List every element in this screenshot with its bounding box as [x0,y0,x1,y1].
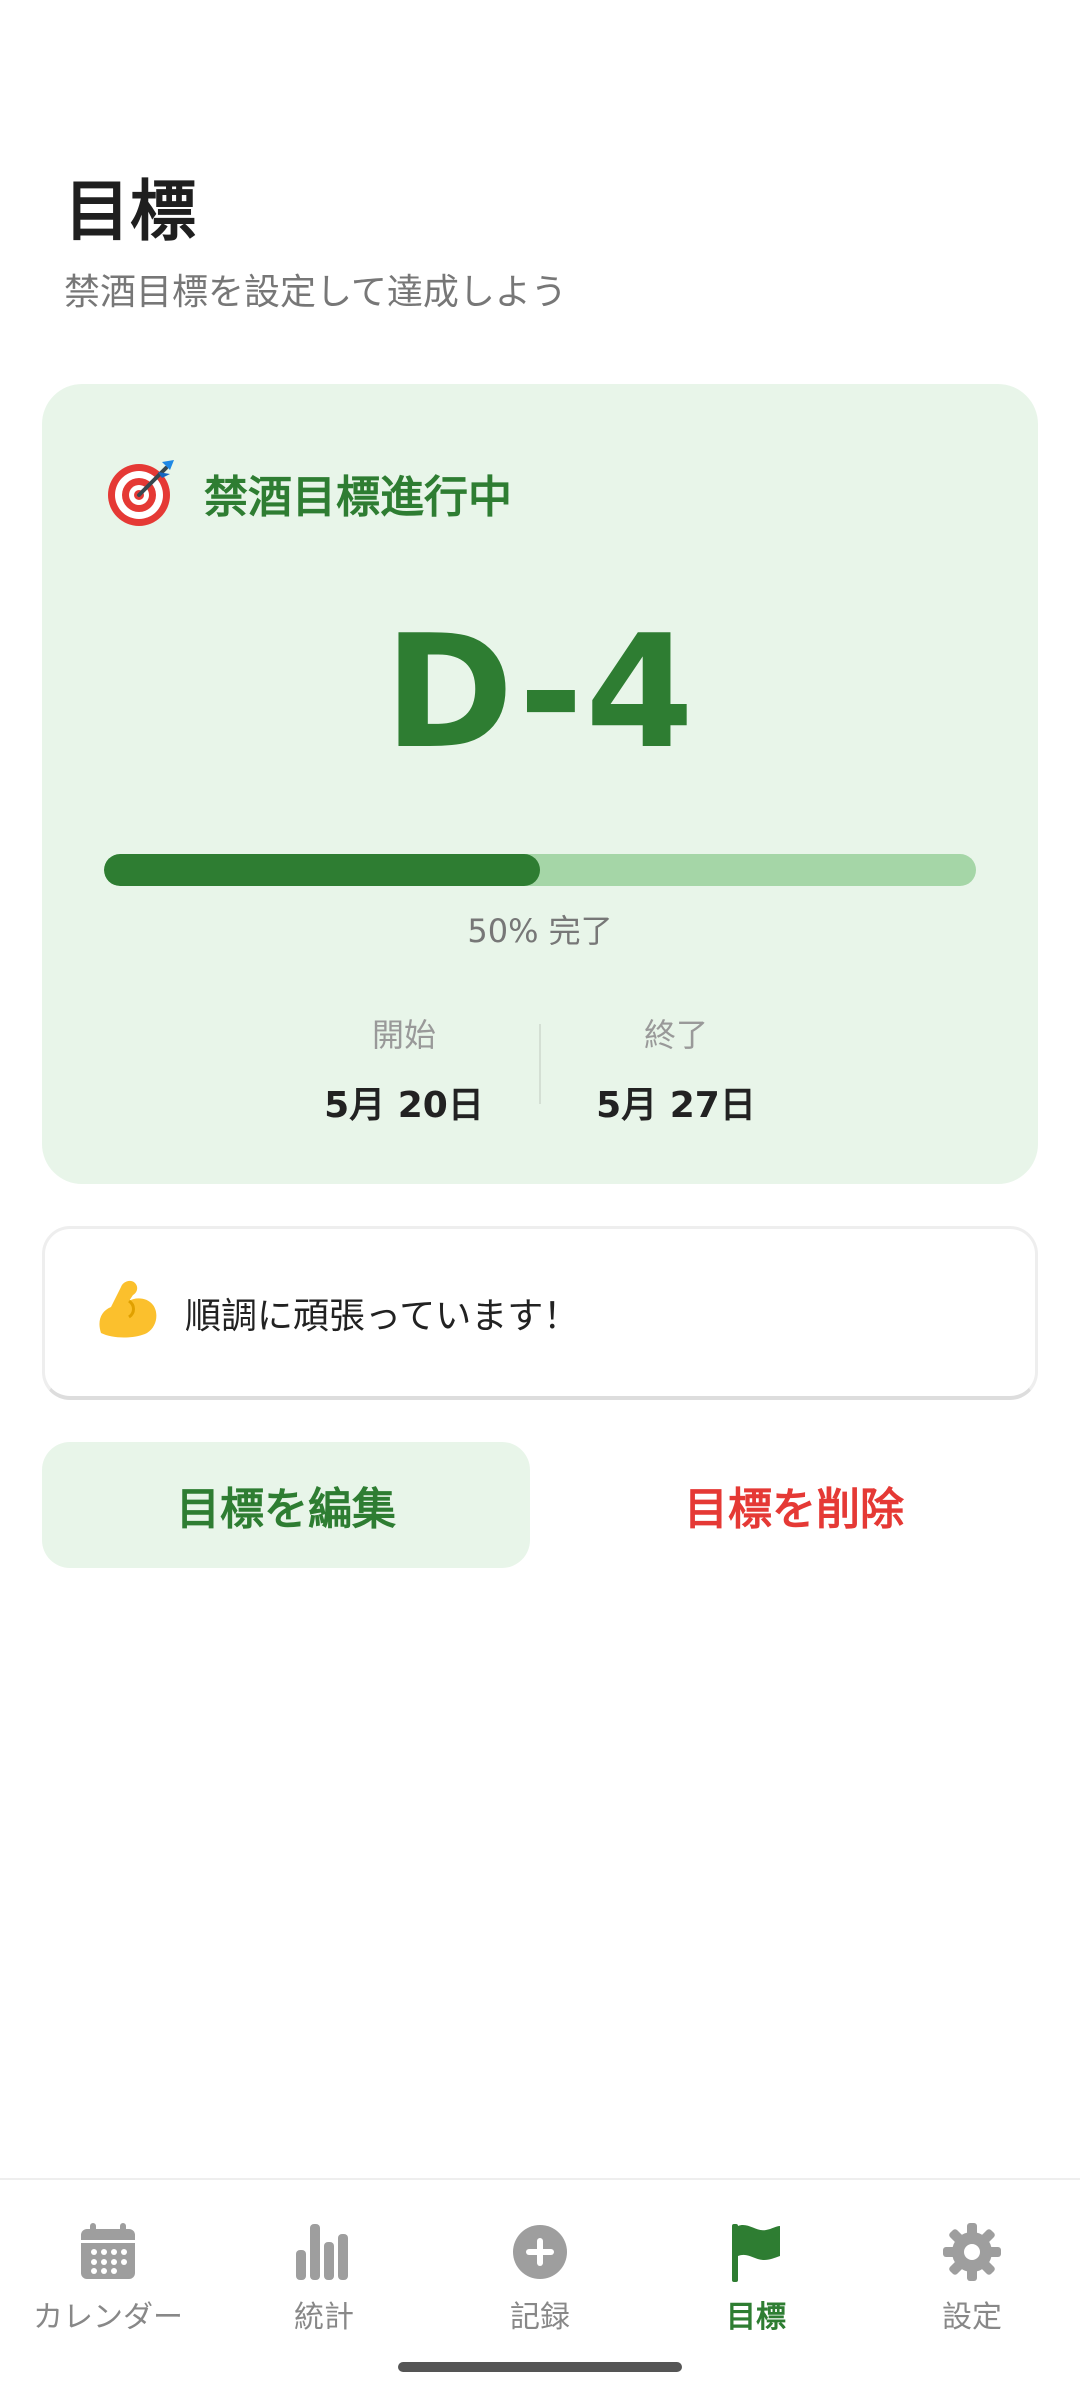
goal-dates: 開始 5月 20日 終了 5月 27日 [42,1010,1038,1128]
bar-chart-icon [296,2224,348,2280]
flag-icon [732,2224,780,2282]
progress-text: 50% 完了 [467,912,613,950]
add-circle-icon [513,2225,567,2279]
nav-item-calendar[interactable]: カレンダー [0,2180,216,2402]
start-date-label: 開始 [371,1016,436,1054]
goal-card-title: 禁酒目標進行中 [204,472,512,523]
calendar-icon [81,2223,135,2279]
nav-label: 統計 [294,2300,354,2335]
end-date-label: 終了 [643,1016,708,1054]
nav-label: カレンダー [33,2300,183,2335]
page-title: 目標 [64,173,196,250]
home-indicator[interactable] [398,2362,682,2372]
end-date: 終了 5月 27日 [541,1010,811,1128]
start-date-value: 5月 20日 [324,1085,484,1126]
nav-label: 目標 [726,2300,786,2335]
gear-icon [943,2223,1001,2281]
encouragement-text: 順調に頑張っています！ [185,1295,580,1337]
target-icon [104,456,178,530]
nav-item-settings[interactable]: 設定 [864,2180,1080,2402]
goal-progress-card: 禁酒目標進行中 D-4 50% 完了 開始 5月 20日 終了 5月 27日 [42,384,1038,1184]
encouragement-card: 順調に頑張っています！ [42,1226,1038,1400]
start-date: 開始 5月 20日 [269,1010,539,1128]
edit-goal-button[interactable]: 目標を編集 [42,1442,530,1568]
page-header: 目標 禁酒目標を設定して達成しよう [64,173,567,315]
delete-goal-button[interactable]: 目標を削除 [550,1442,1038,1568]
page-subtitle: 禁酒目標を設定して達成しよう [64,271,567,313]
nav-label: 記録 [510,2300,570,2335]
progress-bar-fill [104,854,540,886]
progress-bar [104,854,976,886]
end-date-value: 5月 27日 [596,1085,756,1126]
flexed-biceps-icon [91,1271,163,1354]
nav-label: 設定 [942,2300,1002,2335]
countdown-days: D-4 [384,601,696,783]
goal-card-header: 禁酒目標進行中 [104,456,512,530]
